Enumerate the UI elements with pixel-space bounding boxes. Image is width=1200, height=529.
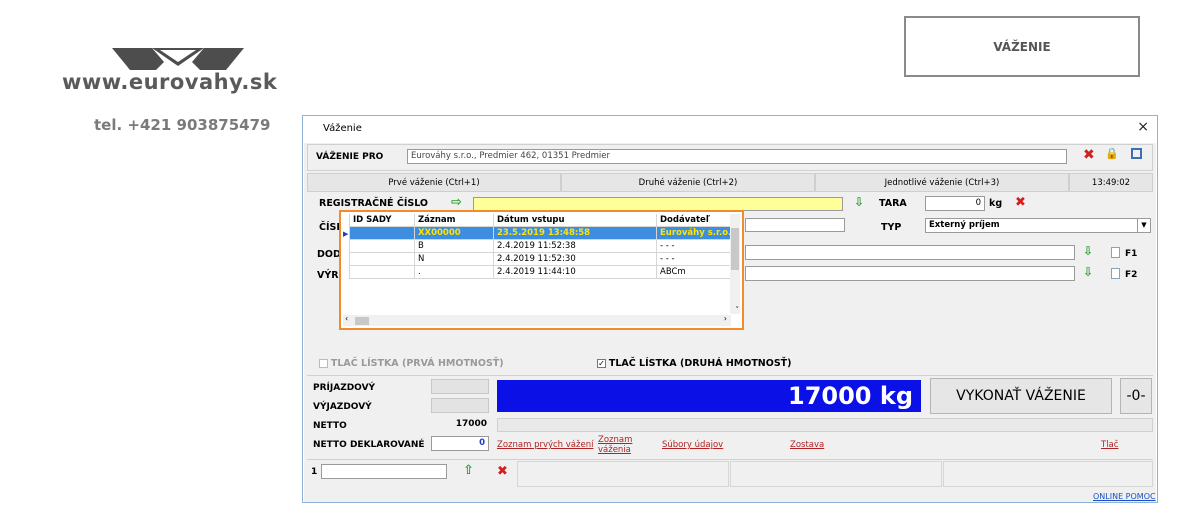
arrow-down-icon[interactable]: ⇩ bbox=[1083, 244, 1093, 258]
col-id-sady[interactable]: ID SADY bbox=[349, 214, 415, 227]
weight-display: 17000 kg bbox=[497, 380, 921, 412]
footer-cell bbox=[730, 461, 942, 487]
vyjazdovy-value bbox=[431, 398, 489, 413]
registracne-cislo-input[interactable] bbox=[473, 197, 843, 211]
tlac-druha-label: TLAČ LÍSTKA (DRUHÁ HMOTNOSŤ) bbox=[608, 358, 792, 369]
eurovahy-logo bbox=[112, 48, 244, 70]
table-row[interactable]: N 2.4.2019 11:52:30 - - - bbox=[349, 252, 736, 266]
col-datum-vstupu[interactable]: Dátum vstupu bbox=[493, 214, 657, 227]
document-icon[interactable] bbox=[1111, 247, 1120, 258]
zero-button[interactable]: -0- bbox=[1120, 378, 1152, 414]
suggestion-grid[interactable]: ID SADY Záznam Dátum vstupu Dodávateľ XX… bbox=[339, 210, 744, 330]
table-header: ID SADY Záznam Dátum vstupu Dodávateľ bbox=[349, 214, 736, 227]
document-icon[interactable] bbox=[1111, 268, 1120, 279]
vazenie-header-button[interactable]: VÁŽENIE bbox=[904, 16, 1140, 77]
chevron-down-icon[interactable]: ▼ bbox=[1137, 219, 1150, 232]
counter-input[interactable] bbox=[321, 464, 447, 479]
arrow-down-icon[interactable]: ⇩ bbox=[1083, 265, 1093, 279]
netto-label: NETTO bbox=[313, 421, 347, 431]
tab-jednotlive-vazenie[interactable]: Jednotlivé váženie (Ctrl+3) bbox=[815, 173, 1069, 192]
zoznam-vazenia-link[interactable]: Zoznam váženia bbox=[598, 435, 632, 455]
vazenie-pro-field[interactable]: Eurováhy s.r.o., Predmier 462, 01351 Pre… bbox=[407, 149, 1067, 164]
checkbox-unchecked[interactable] bbox=[319, 359, 328, 368]
netto-deklarovane-label: NETTO DEKLAROVANÉ bbox=[313, 440, 425, 450]
col-dodavatel[interactable]: Dodávateľ bbox=[655, 214, 736, 227]
row-pointer-icon: ▶ bbox=[343, 230, 349, 238]
vyrobok-label: VÝR bbox=[317, 270, 339, 281]
cislo-input[interactable] bbox=[745, 218, 845, 232]
tab-prve-vazenie[interactable]: Prvé váženie (Ctrl+1) bbox=[307, 173, 561, 192]
prijazdovy-label: PRÍJAZDOVÝ bbox=[313, 383, 376, 393]
tara-unit: kg bbox=[989, 198, 1003, 209]
col-zaznam[interactable]: Záznam bbox=[414, 214, 494, 227]
delete-icon[interactable]: ✖ bbox=[497, 464, 508, 479]
counter-label: 1 bbox=[311, 467, 318, 477]
vertical-scrollbar[interactable] bbox=[730, 214, 740, 314]
arrow-up-icon[interactable]: ⇧ bbox=[463, 463, 474, 478]
zoznam-vazenia-line2: váženia bbox=[598, 445, 631, 455]
arrow-down-icon[interactable]: ⇩ bbox=[854, 195, 864, 209]
clear-icon[interactable]: ✖ bbox=[1083, 147, 1095, 163]
window-title: Váženie bbox=[323, 123, 362, 134]
tara-label: TARA bbox=[879, 198, 907, 209]
tara-input[interactable]: 0 bbox=[925, 196, 985, 211]
close-icon[interactable]: × bbox=[1137, 119, 1149, 135]
zoznam-prvych-vazeni-link[interactable]: Zoznam prvých vážení bbox=[497, 440, 593, 450]
table-row[interactable]: . 2.4.2019 11:44:10 ABCm bbox=[349, 265, 736, 279]
scroll-thumb[interactable] bbox=[731, 228, 739, 270]
typ-select[interactable]: Externý príjem ▼ bbox=[925, 218, 1151, 233]
footer-cell bbox=[943, 461, 1153, 487]
horizontal-scrollbar[interactable]: ‹ › bbox=[343, 314, 731, 326]
suggestion-table: ID SADY Záznam Dátum vstupu Dodávateľ XX… bbox=[349, 214, 736, 279]
chevron-left-icon[interactable]: ‹ bbox=[345, 314, 348, 323]
window-icon[interactable] bbox=[1131, 148, 1142, 159]
netto-value: 17000 bbox=[431, 417, 489, 432]
tlac-prva-label: TLAČ LÍSTKA (PRVÁ HMOTNOSŤ) bbox=[330, 358, 504, 369]
prijazdovy-value bbox=[431, 379, 489, 394]
table-row[interactable]: B 2.4.2019 11:52:38 - - - bbox=[349, 239, 736, 253]
chevron-down-icon[interactable]: ˅ bbox=[736, 306, 740, 314]
table-row[interactable]: XX00000 23.5.2019 13:48:58 Eurováhy s.r.… bbox=[349, 226, 736, 240]
window-titlebar: Váženie × bbox=[303, 116, 1157, 142]
tab-druhe-vazenie[interactable]: Druhé váženie (Ctrl+2) bbox=[561, 173, 815, 192]
site-url: www.eurovahy.sk bbox=[62, 70, 278, 94]
typ-label: TYP bbox=[881, 222, 902, 233]
registracne-cislo-label: REGISTRAČNÉ ČÍSLO bbox=[319, 198, 428, 209]
zoznam-vazenia-line1: Zoznam bbox=[598, 435, 633, 445]
dodavatel-input[interactable] bbox=[745, 245, 1075, 260]
vyrobok-input[interactable] bbox=[745, 266, 1075, 281]
arrow-right-icon[interactable]: ⇨ bbox=[451, 195, 462, 210]
typ-value: Externý príjem bbox=[929, 220, 1000, 230]
online-pomoc-link[interactable]: ONLINE POMOC bbox=[1093, 492, 1156, 501]
tlac-druha-checkbox[interactable]: ✓ TLAČ LÍSTKA (DRUHÁ HMOTNOSŤ) bbox=[597, 358, 792, 369]
dodavatel-label: DOD bbox=[317, 249, 341, 260]
tlac-prva-checkbox[interactable]: TLAČ LÍSTKA (PRVÁ HMOTNOSŤ) bbox=[319, 358, 504, 369]
phone-number: tel. +421 903875479 bbox=[94, 116, 271, 134]
chevron-right-icon[interactable]: › bbox=[724, 314, 727, 323]
clear-tara-icon[interactable]: ✖ bbox=[1015, 195, 1026, 210]
subory-udajov-link[interactable]: Súbory údajov bbox=[662, 440, 723, 450]
divider bbox=[307, 375, 1153, 376]
clock: 13:49:02 bbox=[1069, 173, 1153, 192]
vazenie-pro-label: VÁŽENIE PRO bbox=[316, 152, 384, 162]
f1-label: F1 bbox=[1125, 249, 1138, 259]
scroll-thumb[interactable] bbox=[355, 317, 369, 325]
vyjazdovy-label: VÝJAZDOVÝ bbox=[313, 402, 372, 412]
lock-icon[interactable]: 🔒 bbox=[1105, 147, 1119, 160]
vykonat-vazenie-button[interactable]: VYKONAŤ VÁŽENIE bbox=[930, 378, 1112, 414]
tlac-link[interactable]: Tlač bbox=[1101, 440, 1118, 450]
status-bar bbox=[497, 418, 1153, 432]
f2-label: F2 bbox=[1125, 270, 1138, 280]
checkbox-checked-icon[interactable]: ✓ bbox=[597, 359, 606, 368]
zostava-link[interactable]: Zostava bbox=[790, 440, 824, 450]
footer-cell bbox=[517, 461, 729, 487]
netto-deklarovane-input[interactable]: 0 bbox=[431, 436, 489, 451]
